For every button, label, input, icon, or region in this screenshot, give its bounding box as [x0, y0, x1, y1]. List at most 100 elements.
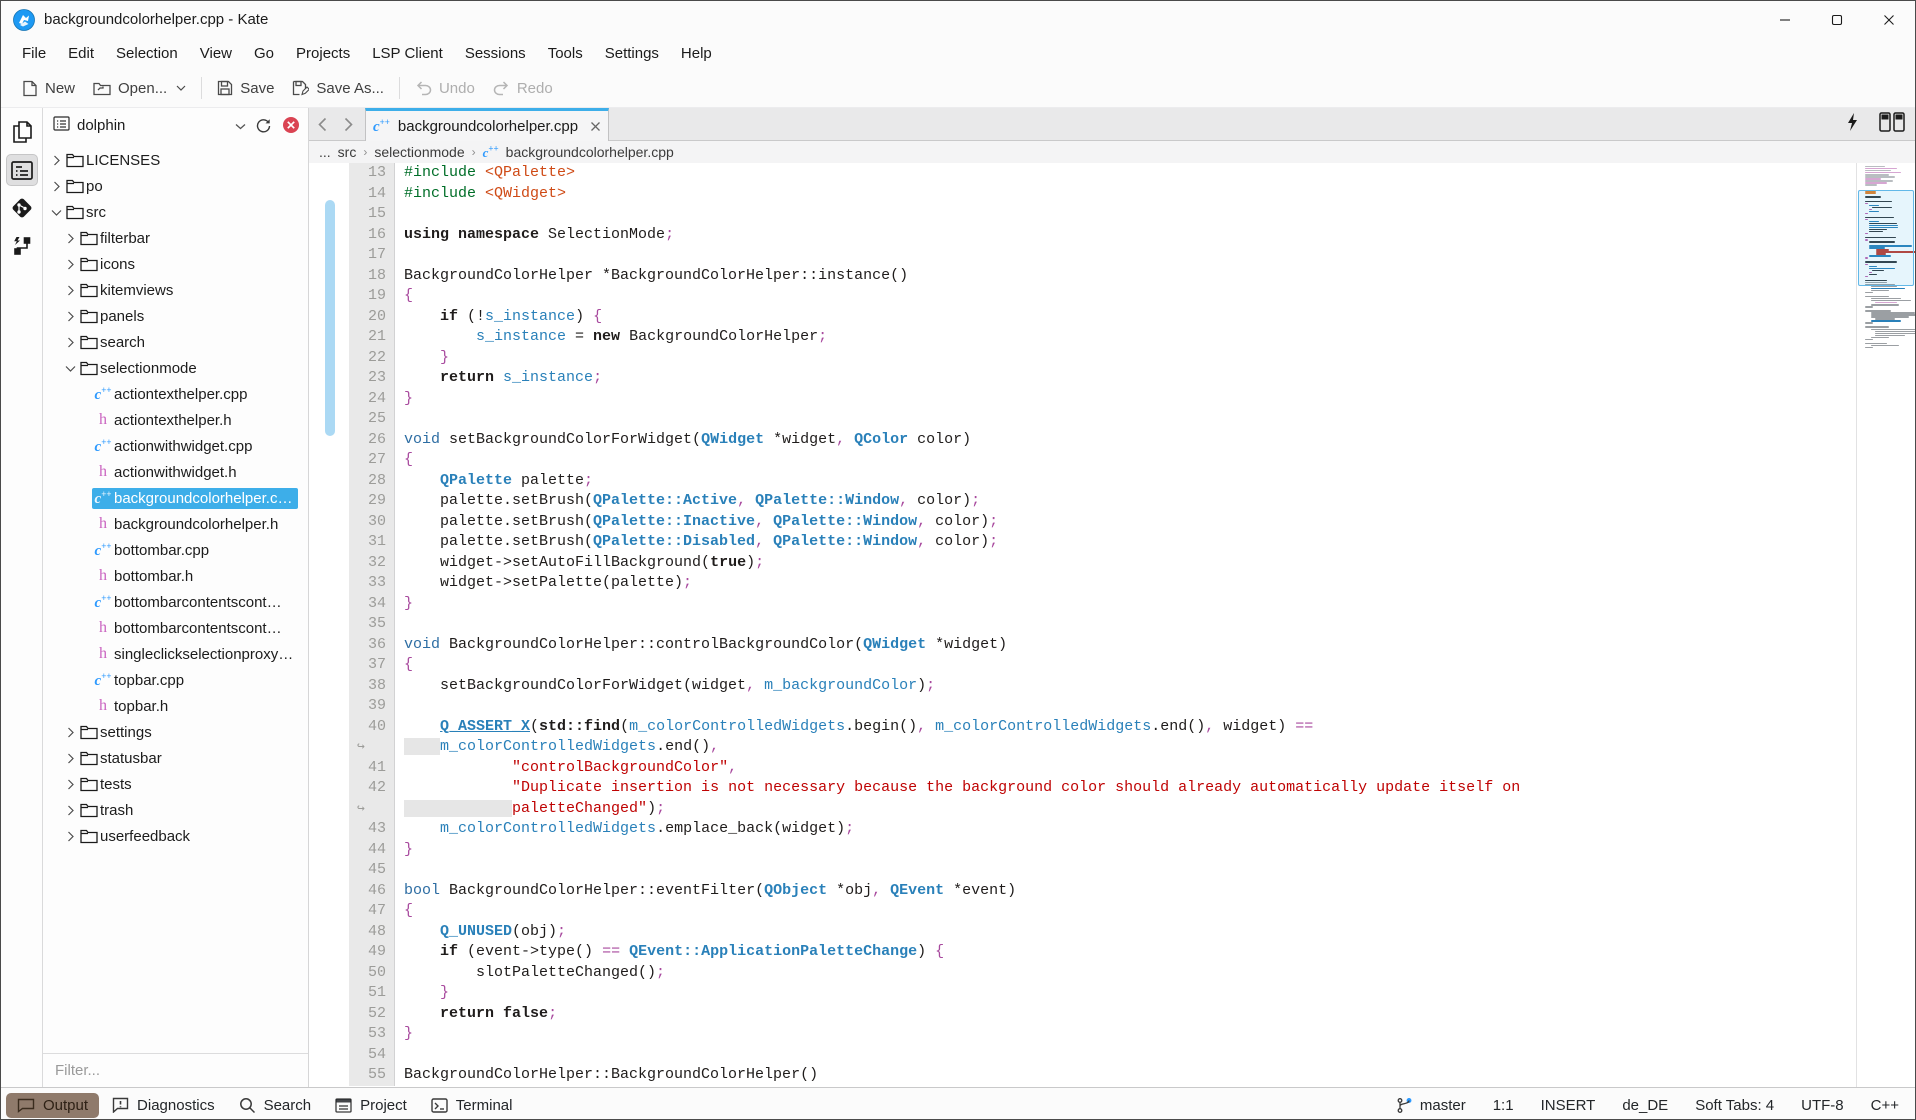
tree-item-userfeedback[interactable]: userfeedback [43, 823, 308, 849]
tree-item-content: kitemviews [78, 280, 179, 301]
menu-file[interactable]: File [11, 41, 57, 66]
menu-sessions[interactable]: Sessions [454, 41, 537, 66]
code-text: widget->setPalette(palette); [395, 573, 692, 594]
tree-item-tests[interactable]: tests [43, 771, 308, 797]
tree-item-icons[interactable]: icons [43, 251, 308, 277]
sidebar-tool-git[interactable] [6, 192, 38, 224]
tab-backgroundcolorhelper[interactable]: c++ backgroundcolorhelper.cpp [365, 108, 609, 141]
menu-lsp-client[interactable]: LSP Client [361, 41, 454, 66]
close-button[interactable] [1863, 1, 1915, 38]
tree-item-backgroundcolorhelper.c-[interactable]: c++backgroundcolorhelper.c… [43, 485, 308, 511]
menu-edit[interactable]: Edit [57, 41, 105, 66]
tree-item-actionwithwidget.h[interactable]: hactionwithwidget.h [43, 459, 308, 485]
panel-toggle-output[interactable]: Output [6, 1093, 99, 1118]
chevron-right-icon[interactable] [63, 311, 78, 322]
header-file-icon: h [92, 698, 114, 714]
tree-item-settings[interactable]: settings [43, 719, 308, 745]
tree-item-actiontexthelper.cpp[interactable]: c++actiontexthelper.cpp [43, 381, 308, 407]
tree-item-trash[interactable]: trash [43, 797, 308, 823]
tree-item-LICENSES[interactable]: LICENSES [43, 147, 308, 173]
quick-open-bolt-icon[interactable] [1846, 113, 1859, 136]
sidebar-tool-symbols[interactable] [6, 230, 38, 262]
tab-mode[interactable]: Soft Tabs: 4 [1695, 1097, 1774, 1114]
breadcrumb-file[interactable]: backgroundcolorhelper.cpp [506, 144, 674, 160]
tree-item-statusbar[interactable]: statusbar [43, 745, 308, 771]
chevron-right-icon[interactable] [63, 831, 78, 842]
tree-item-filterbar[interactable]: filterbar [43, 225, 308, 251]
panel-toggle-terminal[interactable]: Terminal [420, 1093, 524, 1118]
chevron-right-icon[interactable] [63, 805, 78, 816]
reload-project-button[interactable] [252, 114, 274, 136]
sidebar-tool-project-tree[interactable] [6, 154, 38, 186]
tree-item-singleclickselectionproxy-[interactable]: hsingleclickselectionproxy… [43, 641, 308, 667]
menu-go[interactable]: Go [243, 41, 285, 66]
chevron-right-icon[interactable] [63, 727, 78, 738]
tree-item-kitemviews[interactable]: kitemviews [43, 277, 308, 303]
sidebar-tool-documents[interactable] [6, 116, 38, 148]
open-button[interactable]: Open... [84, 75, 195, 102]
input-mode[interactable]: INSERT [1541, 1097, 1596, 1114]
chevron-right-icon[interactable] [63, 337, 78, 348]
cursor-position[interactable]: 1:1 [1493, 1097, 1514, 1114]
nav-back-button[interactable] [309, 108, 335, 140]
chevron-down-icon[interactable] [176, 85, 186, 91]
dictionary[interactable]: de_DE [1622, 1097, 1668, 1114]
file-type[interactable]: C++ [1871, 1097, 1899, 1114]
tree-item-backgroundcolorhelper.h[interactable]: hbackgroundcolorhelper.h [43, 511, 308, 537]
breadcrumb-selectionmode[interactable]: selectionmode [374, 144, 464, 160]
chevron-right-icon[interactable] [63, 233, 78, 244]
code-editor[interactable]: 13#include <QPalette>14#include <QWidget… [309, 163, 1915, 1087]
chevron-down-icon[interactable] [63, 365, 78, 372]
save-button[interactable]: Save [208, 75, 283, 102]
tree-item-actionwithwidget.cpp[interactable]: c++actionwithwidget.cpp [43, 433, 308, 459]
menu-settings[interactable]: Settings [594, 41, 670, 66]
menu-tools[interactable]: Tools [537, 41, 594, 66]
split-view-icon[interactable] [1879, 112, 1905, 137]
new-button[interactable]: New [13, 75, 84, 102]
minimap-scrollbar[interactable] [1856, 163, 1915, 1087]
tree-item-src[interactable]: src [43, 199, 308, 225]
minimap-viewport[interactable] [1858, 190, 1914, 286]
tree-item-po[interactable]: po [43, 173, 308, 199]
panel-toggle-diagnostics[interactable]: Diagnostics [101, 1093, 226, 1118]
nav-forward-button[interactable] [335, 108, 361, 140]
icon-border [309, 676, 349, 697]
filter-input[interactable] [43, 1053, 308, 1087]
tree-item-bottombarcontentscont-[interactable]: hbottombarcontentscont… [43, 615, 308, 641]
encoding[interactable]: UTF-8 [1801, 1097, 1844, 1114]
project-tree-icon [11, 161, 33, 180]
chevron-right-icon[interactable] [49, 155, 64, 166]
chevron-right-icon[interactable] [63, 779, 78, 790]
chevron-right-icon[interactable] [63, 259, 78, 270]
panel-toggle-search[interactable]: Search [228, 1093, 323, 1118]
close-project-button[interactable] [280, 114, 302, 136]
menu-projects[interactable]: Projects [285, 41, 361, 66]
tree-item-label: po [86, 178, 103, 195]
maximize-button[interactable] [1811, 1, 1863, 38]
breadcrumb-overflow[interactable]: ... [319, 144, 331, 160]
git-branch[interactable]: master [1396, 1097, 1466, 1114]
tree-item-selectionmode[interactable]: selectionmode [43, 355, 308, 381]
tree-item-bottombar.h[interactable]: hbottombar.h [43, 563, 308, 589]
breadcrumb-src[interactable]: src [338, 144, 357, 160]
chevron-right-icon[interactable] [63, 285, 78, 296]
tree-item-topbar.cpp[interactable]: c++topbar.cpp [43, 667, 308, 693]
chevron-right-icon[interactable] [63, 753, 78, 764]
minimize-button[interactable] [1759, 1, 1811, 38]
save-as-button[interactable]: Save As... [283, 75, 393, 102]
project-selector[interactable]: dolphin [53, 116, 246, 135]
menu-view[interactable]: View [189, 41, 243, 66]
chevron-right-icon[interactable] [49, 181, 64, 192]
tree-item-bottombarcontentscont-[interactable]: c++bottombarcontentscont… [43, 589, 308, 615]
code-text [395, 1045, 404, 1066]
tree-item-panels[interactable]: panels [43, 303, 308, 329]
tree-item-bottombar.cpp[interactable]: c++bottombar.cpp [43, 537, 308, 563]
tab-close-icon[interactable] [590, 121, 601, 132]
tree-item-actiontexthelper.h[interactable]: hactiontexthelper.h [43, 407, 308, 433]
tree-item-search[interactable]: search [43, 329, 308, 355]
panel-toggle-project[interactable]: Project [324, 1093, 418, 1118]
menu-help[interactable]: Help [670, 41, 723, 66]
tree-item-topbar.h[interactable]: htopbar.h [43, 693, 308, 719]
menu-selection[interactable]: Selection [105, 41, 189, 66]
chevron-down-icon[interactable] [49, 209, 64, 216]
